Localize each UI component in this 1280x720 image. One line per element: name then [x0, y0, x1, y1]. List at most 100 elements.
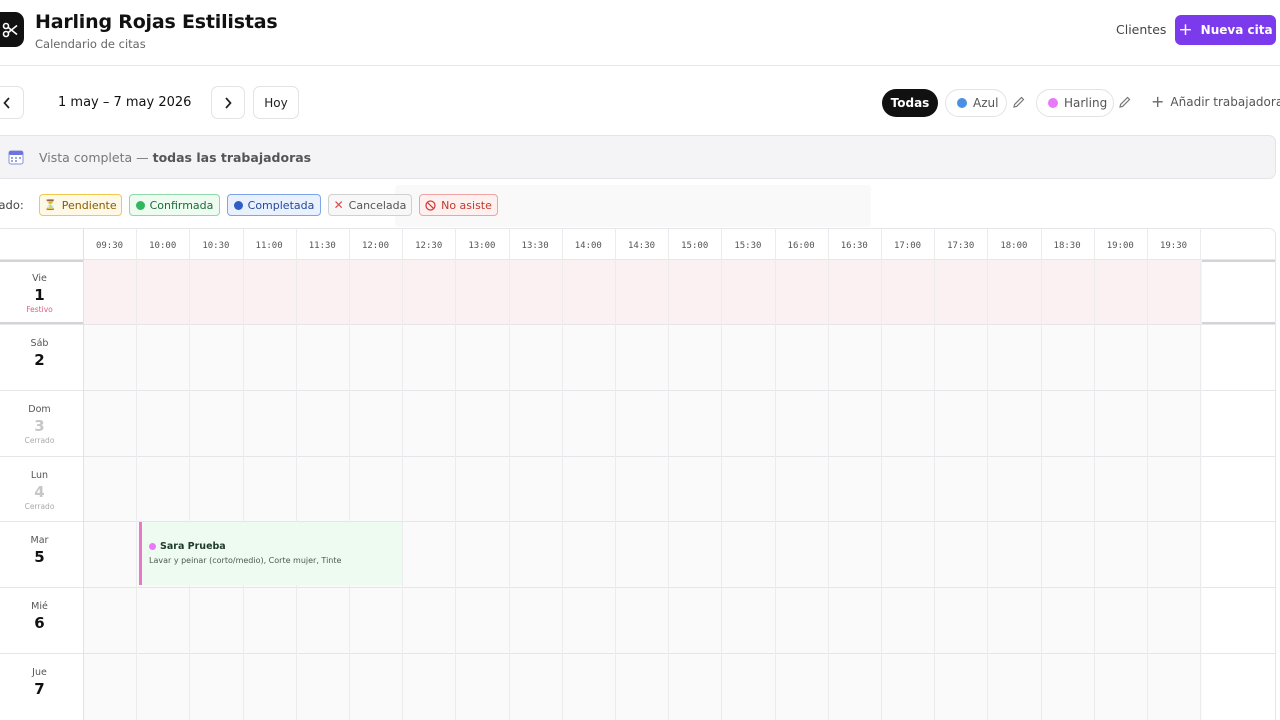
day-note: Festivo [26, 305, 53, 314]
week-calendar-grid: 09:30 10:00 10:30 11:00 11:30 12:00 12:30 13:00… [0, 228, 1276, 720]
day-row: Mié 6 [0, 588, 1275, 654]
grid-column-line [1093, 229, 1095, 720]
day-number: 2 [34, 351, 45, 369]
status-label: Confirmada [149, 198, 214, 212]
time-header: 09:30 10:00 10:30 11:00 11:30 12:00 12:30 13:00… [0, 229, 1275, 260]
grid-column-line [721, 229, 723, 720]
day-note: Cerrado [24, 502, 55, 511]
day-number: 1 [34, 286, 45, 304]
scissors-icon[interactable] [0, 12, 24, 47]
filter-all-chip[interactable]: Todas [882, 89, 938, 117]
day-abbr: Dom [28, 404, 51, 415]
worker-name: Azul [973, 96, 999, 110]
status-badge-confirmada: Confirmada [129, 194, 220, 216]
time-slot-label: 16:00 [787, 241, 815, 251]
view-banner: Vista completa — todas las trabajadoras [0, 135, 1276, 179]
grid-column-line [83, 229, 84, 720]
day-slot-area[interactable] [83, 588, 1202, 653]
new-appointment-label: Nueva cita [1200, 23, 1273, 37]
next-week-button[interactable] [211, 86, 245, 119]
chevron-left-icon [3, 96, 10, 109]
grid-column-line [295, 229, 297, 720]
time-slot-label: 19:30 [1159, 241, 1188, 251]
pencil-icon[interactable] [1118, 95, 1132, 109]
worker-color-dot [957, 98, 967, 108]
day-number: 5 [34, 548, 45, 566]
time-slot-label: 19:00 [1106, 241, 1134, 251]
worker-color-dot [149, 543, 156, 550]
date-range-label: 1 may – 7 may 2026 [58, 95, 192, 110]
add-worker-label: Añadir trabajadora [1170, 95, 1280, 109]
time-slot-label: 14:30 [627, 241, 656, 251]
status-label: Completada [247, 198, 315, 212]
pencil-icon[interactable] [1012, 95, 1026, 109]
time-slot-label: 18:30 [1053, 241, 1081, 251]
time-slot-label: 13:30 [521, 241, 549, 251]
today-button[interactable]: Hoy [253, 86, 299, 119]
blue-circle-icon [233, 200, 243, 210]
plus-icon: + [1178, 19, 1193, 40]
grid-column-line [349, 229, 350, 720]
x-icon: ✕ [333, 198, 344, 212]
banner-prefix: Vista completa — [39, 150, 153, 165]
add-worker-button[interactable]: + Añadir trabajadora [1151, 94, 1280, 110]
day-abbr: Lun [30, 470, 49, 481]
appointment-card[interactable]: Sara Prueba Lavar y peinar (corto/medio)… [139, 522, 402, 585]
worker-name: Harling [1064, 96, 1108, 110]
time-slot-label: 12:30 [415, 241, 443, 251]
app-header: Harling Rojas Estilistas Calendario de c… [0, 0, 1280, 66]
chevron-right-icon [225, 96, 232, 109]
day-number: 6 [34, 614, 45, 632]
day-abbr: Mié [31, 601, 48, 612]
day-label-cell: Lun 4 Cerrado [0, 457, 83, 521]
plus-icon: + [1151, 92, 1165, 111]
day-slot-area[interactable] [83, 260, 1202, 324]
worker-color-dot [1048, 98, 1058, 108]
day-number: 3 [34, 417, 45, 435]
green-circle-icon [135, 200, 145, 210]
previous-week-button[interactable] [0, 86, 24, 119]
time-slot-label: 18:00 [1000, 241, 1028, 251]
day-label-cell: Sáb 2 [0, 325, 83, 390]
time-slot-label: 16:30 [840, 241, 868, 251]
time-slot-label: 17:00 [893, 241, 922, 251]
no-entry-icon [425, 199, 436, 211]
day-abbr: Sáb [30, 338, 49, 349]
day-label-cell: Dom 3 Cerrado [0, 391, 83, 456]
day-abbr: Vie [32, 273, 47, 284]
day-label-cell: Mar 5 [0, 522, 83, 587]
filter-worker-azul-chip[interactable]: Azul [945, 89, 1007, 117]
day-abbr: Mar [30, 535, 49, 546]
time-slot-label: 14:00 [574, 241, 602, 251]
grid-column-line [1147, 229, 1148, 720]
client-name: Sara Prueba [160, 541, 226, 552]
grid-column-line [774, 229, 776, 720]
new-appointment-button[interactable]: + Nueva cita [1175, 15, 1276, 45]
day-abbr: Jue [32, 667, 47, 678]
time-slot-label: 10:30 [202, 241, 230, 251]
status-label: No asiste [441, 198, 492, 212]
time-slot-label: 13:00 [468, 241, 496, 251]
day-slot-area[interactable] [83, 654, 1202, 720]
page-title: Harling Rojas Estilistas [35, 11, 278, 33]
filter-worker-harling-chip[interactable]: Harling [1036, 89, 1114, 117]
day-label-cell: Mié 6 [0, 588, 83, 653]
day-label-cell: Jue 7 [0, 654, 83, 720]
grid-column-line [508, 229, 510, 720]
day-row: Dom 3 Cerrado [0, 391, 1275, 457]
time-slot-label: 15:30 [734, 241, 762, 251]
day-slot-area[interactable] [83, 391, 1202, 456]
view-banner-text: Vista completa — todas las trabajadoras [39, 150, 311, 165]
day-slot-area[interactable] [83, 325, 1202, 390]
grid-column-line [455, 229, 457, 720]
day-slot-area[interactable] [83, 457, 1202, 521]
calendar-icon [8, 150, 24, 165]
grid-column-line [827, 229, 829, 720]
day-label-cell: Vie 1 Festivo [0, 260, 83, 324]
grid-column-line [1040, 229, 1042, 720]
grid-column-line [615, 229, 616, 720]
grid-column-line [934, 229, 936, 720]
appointment-client: Sara Prueba [149, 541, 226, 552]
day-row: Jue 7 [0, 654, 1275, 720]
clients-link[interactable]: Clientes [1116, 22, 1166, 37]
